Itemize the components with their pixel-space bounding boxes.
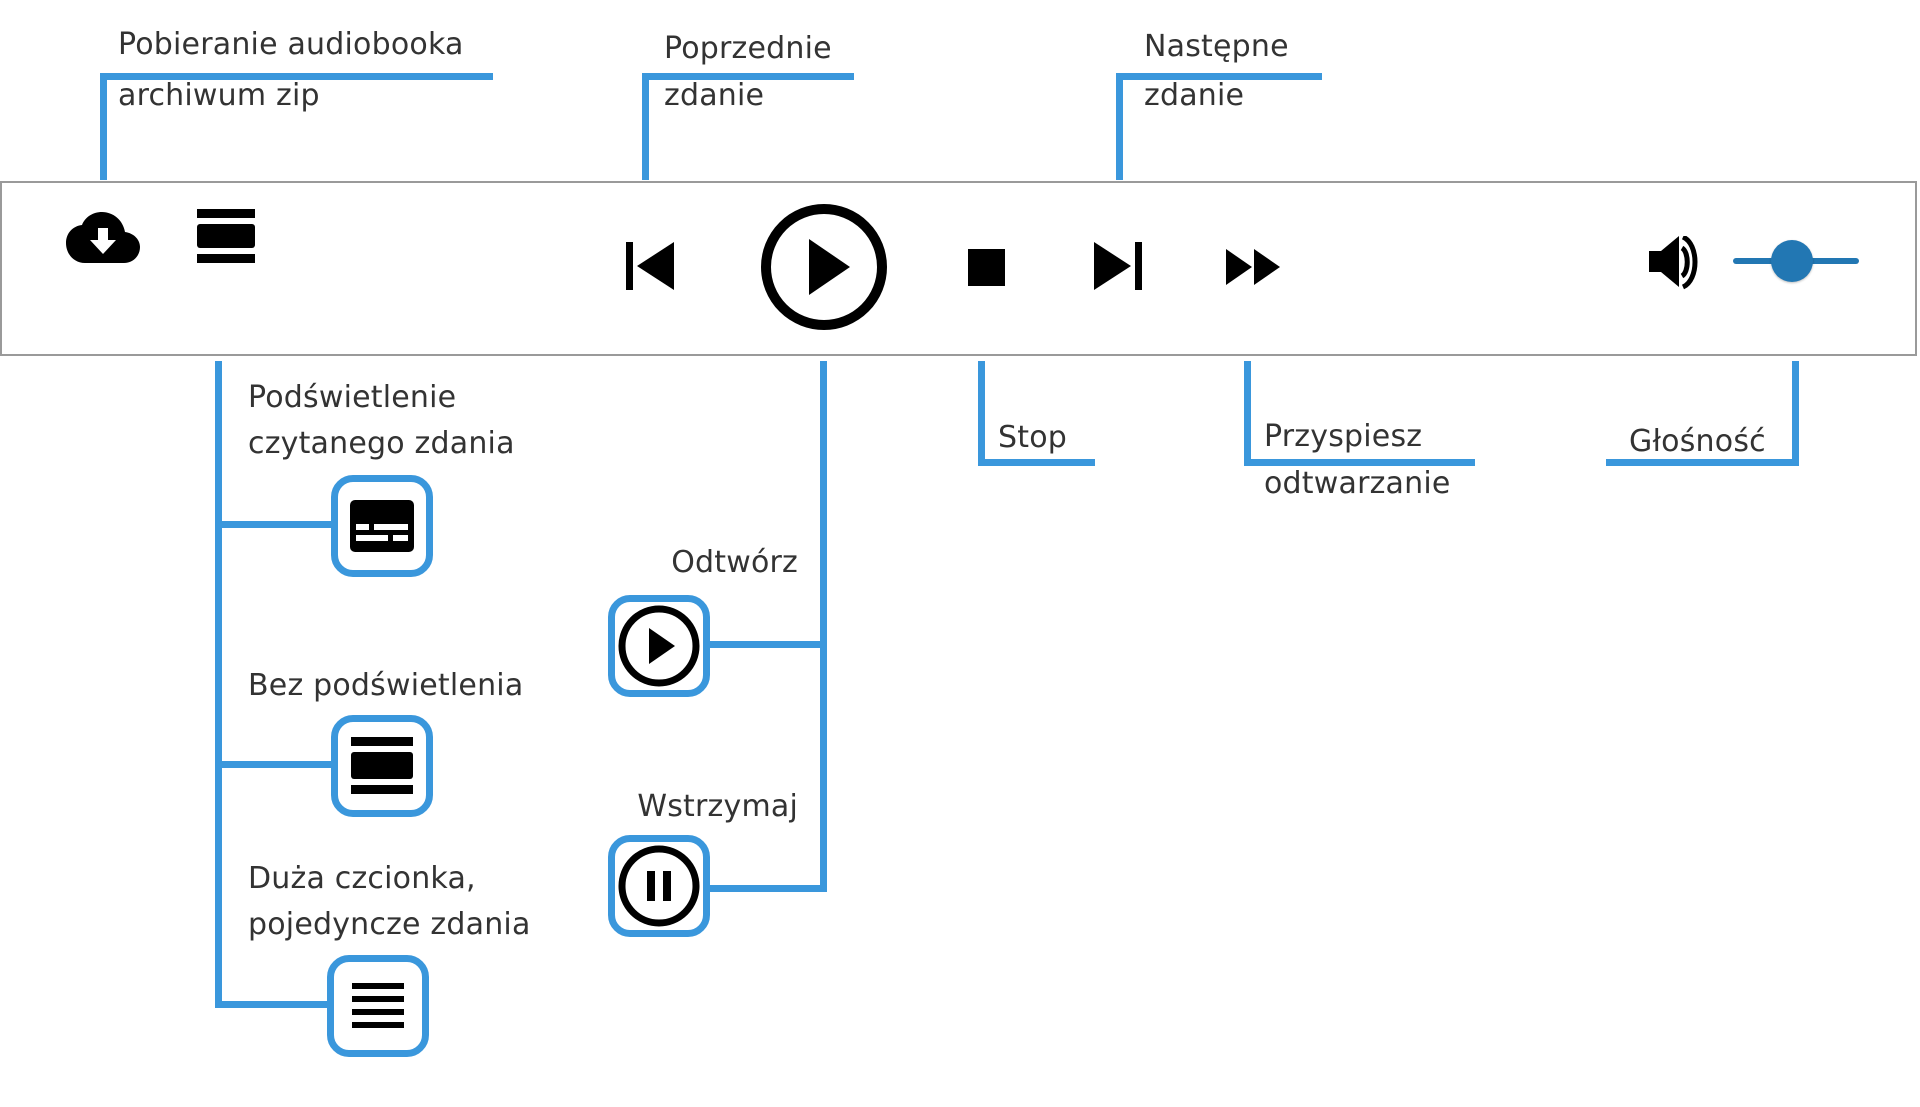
player-toolbar <box>0 181 1917 356</box>
play-branch <box>708 641 827 648</box>
play-button[interactable] <box>759 202 889 332</box>
view-modes-branch-3 <box>215 1001 329 1008</box>
volume-callout-label: Głośność <box>1629 424 1766 459</box>
subtitles-icon <box>350 500 414 552</box>
fast-forward-icon <box>1226 249 1280 285</box>
view-modes-branch-1 <box>215 521 333 528</box>
no-highlight-button[interactable] <box>331 715 433 817</box>
previous-callout-label-line2: zdanie <box>664 78 765 113</box>
cloud-download-icon <box>66 212 140 263</box>
pause-branch <box>708 885 827 892</box>
play-circle-icon <box>761 204 887 330</box>
next-sentence-button[interactable] <box>1094 242 1144 292</box>
previous-callout-connector <box>642 73 649 180</box>
download-callout-connector <box>100 73 107 180</box>
download-callout-label-line2: archiwum zip <box>118 78 320 113</box>
download-callout-label-line1: Pobieranie audiobooka <box>118 27 464 62</box>
view-modes-tree-trunk <box>215 361 222 1008</box>
fast-forward-callout-label-line1: Przyspiesz <box>1264 419 1423 454</box>
skip-next-icon <box>1094 242 1142 290</box>
volume-icon <box>1649 236 1698 290</box>
stop-icon <box>968 249 1005 286</box>
play-mode-button[interactable] <box>608 595 710 697</box>
highlight-sentence-label-line1: Podświetlenie <box>248 380 457 415</box>
volume-callout-line <box>1606 459 1799 466</box>
volume-callout-connector <box>1792 361 1799 466</box>
stop-callout-connector <box>978 361 985 466</box>
pause-label: Wstrzymaj <box>637 789 798 824</box>
next-callout-label-line1: Następne <box>1144 29 1289 64</box>
skip-previous-icon <box>626 242 674 290</box>
large-font-button[interactable] <box>327 955 429 1057</box>
stop-callout-label: Stop <box>998 420 1068 455</box>
volume-button[interactable] <box>1649 236 1705 290</box>
previous-sentence-button[interactable] <box>626 242 676 292</box>
pause-circle-icon <box>618 845 700 927</box>
stop-callout-line <box>978 459 1095 466</box>
previous-callout-label-line1: Poprzednie <box>664 31 832 66</box>
pause-mode-button[interactable] <box>608 835 710 937</box>
fast-forward-callout-label-line2: odtwarzanie <box>1264 466 1451 501</box>
text-lines-icon <box>352 983 404 1028</box>
next-callout-label-line2: zdanie <box>1144 78 1245 113</box>
large-font-label-line1: Duża czcionka, <box>248 861 476 896</box>
volume-slider-thumb[interactable] <box>1771 240 1814 282</box>
view-mode-button[interactable] <box>197 209 257 265</box>
highlight-sentence-label-line2: czytanego zdania <box>248 426 515 461</box>
view-modes-branch-2 <box>215 761 333 768</box>
download-button[interactable] <box>66 212 140 264</box>
fast-forward-button[interactable] <box>1226 249 1282 285</box>
next-callout-connector <box>1116 73 1123 180</box>
highlight-sentence-button[interactable] <box>331 475 433 577</box>
large-font-label-line2: pojedyncze zdania <box>248 907 531 942</box>
play-pause-tree-trunk <box>820 361 827 892</box>
no-highlight-label: Bez podświetlenia <box>248 668 524 703</box>
fast-forward-callout-connector <box>1244 361 1251 466</box>
view-agenda-icon <box>351 737 413 794</box>
play-circle-icon <box>618 605 700 687</box>
fast-forward-callout-line <box>1244 459 1475 466</box>
view-agenda-icon <box>197 209 255 263</box>
stop-button[interactable] <box>968 249 1005 286</box>
play-label: Odtwórz <box>671 545 798 580</box>
